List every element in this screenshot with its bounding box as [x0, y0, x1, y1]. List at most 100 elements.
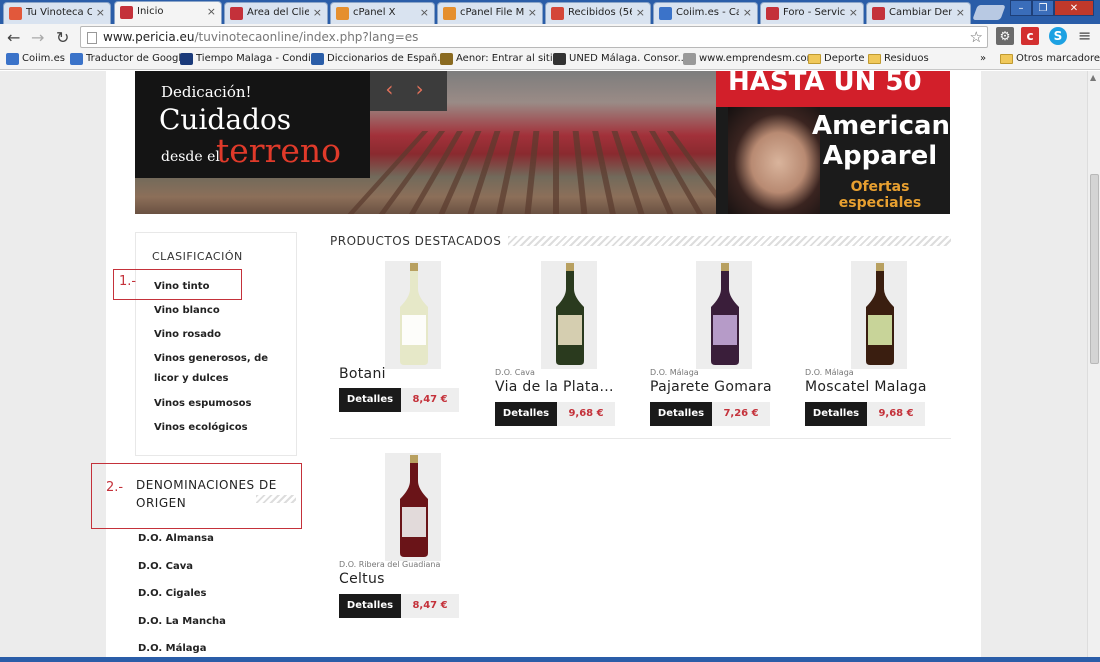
browser-tab[interactable]: cPanel X ×	[330, 2, 435, 24]
uned-icon	[553, 53, 566, 65]
browser-tab[interactable]: Cambiar Denominación ×	[866, 2, 971, 24]
bookmark-item[interactable]: Aenor: Entrar al sitio	[440, 53, 559, 65]
extension-puzzle-icon[interactable]: ⚙	[996, 27, 1014, 45]
tab-close-icon[interactable]: ×	[849, 6, 858, 19]
bookmark-label: Tiempo Malaga - Condi...	[196, 53, 321, 64]
tab-close-icon[interactable]: ×	[207, 5, 216, 18]
slider-arrows[interactable]: ‹ ›	[370, 71, 447, 111]
bookmark-item[interactable]: Traductor de Google	[70, 53, 187, 65]
new-tab-button[interactable]	[972, 5, 1006, 20]
product-card[interactable]: D.O. Ribera del Guadiana Celtus Detalles 8,…	[339, 453, 464, 623]
bookmark-item[interactable]: Residuos	[868, 53, 929, 64]
product-card[interactable]: Botani Detalles 8,47 €	[339, 261, 464, 431]
bookmark-item[interactable]: Coiim.es	[6, 53, 65, 65]
cava-bottle-icon[interactable]	[535, 261, 605, 366]
joomla-icon	[9, 7, 22, 20]
url-path: /tuvinotecaonline/index.php?lang=es	[194, 30, 419, 44]
bookmark-label: Otros marcadores	[1016, 53, 1100, 64]
browser-tab[interactable]: cPanel File Manager ×	[437, 2, 543, 24]
menu-icon[interactable]: ≡	[1078, 26, 1091, 45]
scroll-thumb[interactable]	[1090, 174, 1099, 364]
bookmark-label: Residuos	[884, 53, 929, 64]
product-origin: D.O. Ribera del Guadiana	[339, 560, 441, 569]
white-wine-bottle-icon[interactable]	[379, 261, 449, 366]
gmail-icon	[551, 7, 564, 20]
extension-c-icon[interactable]: c	[1021, 27, 1039, 45]
vertical-scrollbar[interactable]: ▲	[1087, 71, 1100, 662]
product-origin: D.O. Málaga	[650, 368, 699, 377]
aenor-icon	[440, 53, 453, 65]
product-card[interactable]: D.O. Málaga Pajarete Gomara Detalles 7,26 €	[650, 261, 775, 431]
close-window-button[interactable]: ✕	[1054, 0, 1094, 16]
maximize-button[interactable]: ❐	[1032, 0, 1054, 16]
product-name[interactable]: Pajarete Gomara	[650, 379, 772, 395]
do-almansa-link[interactable]: D.O. Almansa	[138, 533, 214, 544]
product-name[interactable]: Celtus	[339, 571, 385, 587]
product-name[interactable]: Via de la Plata...	[495, 379, 614, 395]
other-bookmarks-folder[interactable]: Otros marcadores	[1000, 53, 1100, 64]
detalles-button[interactable]: Detalles	[495, 402, 557, 426]
bookmarks-bar: » Otros marcadores Coiim.es Traductor de …	[0, 50, 1100, 70]
do-malaga-link[interactable]: D.O. Málaga	[138, 643, 206, 654]
browser-tab-strip: Cambiar Denominación×Foro - Servicios×Co…	[0, 0, 1100, 24]
classification-title: CLASIFICACIÓN	[152, 250, 243, 263]
category-vinos-ecologicos[interactable]: Vinos ecológicos	[154, 418, 289, 438]
browser-tab[interactable]: Foro - Servicios ×	[760, 2, 864, 24]
more-bookmarks-button[interactable]: »	[980, 53, 986, 64]
product-card[interactable]: D.O. Cava Via de la Plata... Detalles 9,68 …	[495, 261, 620, 431]
tab-close-icon[interactable]: ×	[956, 6, 965, 19]
browser-tab[interactable]: Área del Cliente ×	[224, 2, 328, 24]
browser-tab[interactable]: Recibidos (56) ×	[545, 2, 651, 24]
bookmark-item[interactable]: www.emprendesm.com	[683, 53, 816, 65]
bookmark-star-icon[interactable]: ☆	[970, 28, 983, 46]
tab-close-icon[interactable]: ×	[743, 6, 752, 19]
do-cava-link[interactable]: D.O. Cava	[138, 561, 193, 572]
do-cigales-link[interactable]: D.O. Cigales	[138, 588, 207, 599]
browser-tab[interactable]: Coiim.es - Calendar ×	[653, 2, 758, 24]
reload-icon[interactable]: ↻	[56, 28, 69, 47]
category-vinos-generosos[interactable]: Vinos generosos, de licor y dulces	[154, 349, 289, 389]
tab-title: Foro - Servicios	[783, 7, 845, 18]
back-icon[interactable]: ←	[7, 28, 20, 47]
browser-tab[interactable]: Inicio ×	[114, 1, 222, 24]
tab-title: Área del Cliente	[247, 7, 309, 18]
bookmark-item[interactable]: Deporte	[808, 53, 865, 64]
page-viewport: Dedicación! Cuidados desde el terreno ‹ …	[0, 71, 1087, 662]
moscatel-bottle-icon[interactable]	[845, 261, 915, 366]
browser-tab[interactable]: Tu Vinoteca Online ×	[3, 2, 111, 24]
forward-icon[interactable]: →	[31, 28, 44, 47]
product-card[interactable]: D.O. Málaga Moscatel Malaga Detalles 9,68 €	[805, 261, 930, 431]
detalles-button[interactable]: Detalles	[339, 388, 401, 412]
bookmark-item[interactable]: Diccionarios de Españ...	[311, 53, 447, 65]
red-wine-bottle-icon[interactable]	[379, 453, 449, 558]
tab-close-icon[interactable]: ×	[528, 6, 537, 19]
tab-close-icon[interactable]: ×	[96, 6, 105, 19]
vine-row	[553, 131, 559, 214]
google-icon	[6, 53, 19, 65]
bookmark-item[interactable]: UNED Málaga. Consor...	[553, 53, 687, 65]
promo-banner[interactable]: HASTA UN 50 American Apparel Ofertas espe…	[716, 71, 950, 214]
browser-toolbar: ← → ↻ www.pericia.eu/tuvinotecaonline/in…	[0, 24, 1100, 50]
sweet-wine-bottle-icon[interactable]	[690, 261, 760, 366]
tab-close-icon[interactable]: ×	[420, 6, 429, 19]
bookmark-item[interactable]: Tiempo Malaga - Condi...	[180, 53, 321, 65]
skype-icon[interactable]: S	[1049, 27, 1067, 45]
tab-close-icon[interactable]: ×	[313, 6, 322, 19]
do-la-mancha-link[interactable]: D.O. La Mancha	[138, 616, 226, 627]
tab-title: Cambiar Denominación	[889, 7, 952, 18]
product-name[interactable]: Botani	[339, 366, 386, 382]
tab-close-icon[interactable]: ×	[636, 6, 645, 19]
detalles-button[interactable]: Detalles	[650, 402, 712, 426]
category-vino-blanco[interactable]: Vino blanco	[154, 301, 289, 321]
banner-slogan: Dedicación! Cuidados desde el terreno	[135, 71, 370, 178]
minimize-button[interactable]: –	[1010, 0, 1032, 16]
category-vinos-espumosos[interactable]: Vinos espumosos	[154, 394, 289, 414]
promo-headline: HASTA UN 50	[716, 71, 950, 107]
detalles-button[interactable]: Detalles	[805, 402, 867, 426]
category-vino-rosado[interactable]: Vino rosado	[154, 325, 289, 345]
bookmark-label: UNED Málaga. Consor...	[569, 53, 687, 64]
detalles-button[interactable]: Detalles	[339, 594, 401, 618]
address-bar[interactable]: www.pericia.eu/tuvinotecaonline/index.ph…	[80, 26, 988, 48]
scroll-up-icon[interactable]: ▲	[1090, 73, 1096, 82]
product-name[interactable]: Moscatel Malaga	[805, 379, 927, 395]
